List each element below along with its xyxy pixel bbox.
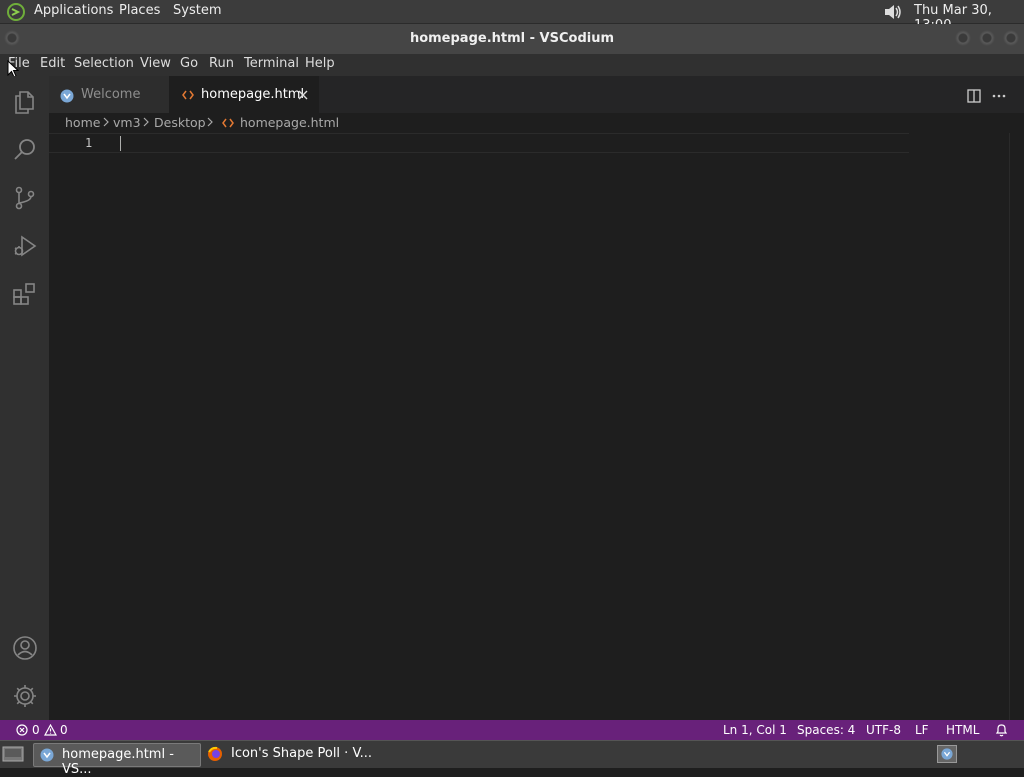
account-icon[interactable] bbox=[11, 634, 39, 662]
error-icon[interactable] bbox=[16, 724, 28, 736]
split-editor-icon[interactable] bbox=[967, 89, 981, 103]
volume-icon[interactable] bbox=[882, 2, 904, 22]
search-icon[interactable] bbox=[11, 136, 39, 164]
tab-homepage-html[interactable]: homepage.html bbox=[169, 76, 319, 113]
current-line-highlight bbox=[49, 133, 909, 153]
vscodium-logo-icon bbox=[941, 748, 953, 760]
activity-bar bbox=[0, 76, 49, 720]
code-editor[interactable]: 1 bbox=[49, 133, 1009, 720]
minimize-button[interactable] bbox=[955, 30, 971, 46]
breadcrumb-chevron-icon bbox=[102, 116, 110, 128]
workspace-switcher[interactable] bbox=[937, 745, 957, 763]
menu-run[interactable]: Run bbox=[209, 56, 234, 71]
status-bar: 0 0 Ln 1, Col 1 Spaces: 4 UTF-8 LF HTML bbox=[0, 720, 1024, 740]
window-title: homepage.html - VSCodium bbox=[409, 31, 615, 46]
cursor-position[interactable]: Ln 1, Col 1 bbox=[723, 723, 787, 737]
window-titlebar[interactable]: homepage.html - VSCodium bbox=[0, 24, 1024, 54]
text-cursor bbox=[120, 136, 121, 151]
vscodium-logo-icon bbox=[60, 89, 74, 103]
warning-count[interactable]: 0 bbox=[60, 723, 68, 737]
run-debug-icon[interactable] bbox=[11, 232, 39, 260]
top-panel: Applications Places System Thu Mar 30, 1… bbox=[0, 0, 1024, 33]
error-count[interactable]: 0 bbox=[32, 723, 40, 737]
files-icon[interactable] bbox=[11, 88, 39, 116]
menu-bar: File Edit Selection View Go Run Terminal… bbox=[0, 54, 1024, 78]
breadcrumb-chevron-icon bbox=[206, 116, 214, 128]
menu-selection[interactable]: Selection bbox=[74, 56, 134, 71]
applications-menu[interactable]: Applications bbox=[34, 3, 113, 18]
system-menu[interactable]: System bbox=[173, 3, 221, 18]
encoding[interactable]: UTF-8 bbox=[866, 723, 901, 737]
indentation[interactable]: Spaces: 4 bbox=[797, 723, 855, 737]
breadcrumb-vm3[interactable]: vm3 bbox=[113, 115, 141, 130]
tab-welcome[interactable]: Welcome bbox=[49, 76, 169, 113]
editor-tabs: Welcome homepage.html bbox=[49, 76, 1024, 113]
settings-gear-icon[interactable] bbox=[11, 682, 39, 710]
places-menu[interactable]: Places bbox=[119, 3, 160, 18]
source-control-icon[interactable] bbox=[11, 184, 39, 212]
vscodium-logo-icon bbox=[40, 748, 54, 762]
editor-scrollbar[interactable] bbox=[1009, 133, 1024, 720]
firefox-icon bbox=[207, 746, 223, 762]
menu-go[interactable]: Go bbox=[180, 56, 198, 71]
html-file-icon bbox=[222, 118, 234, 128]
notifications-bell-icon[interactable] bbox=[995, 723, 1008, 737]
warning-icon[interactable] bbox=[44, 724, 57, 736]
line-number: 1 bbox=[85, 136, 93, 150]
taskbar-item-label: homepage.html - VS... bbox=[62, 747, 174, 777]
html-file-icon bbox=[182, 90, 194, 100]
menu-terminal[interactable]: Terminal bbox=[244, 56, 299, 71]
breadcrumb-chevron-icon bbox=[142, 116, 150, 128]
breadcrumb-file[interactable]: homepage.html bbox=[240, 115, 339, 130]
tab-label: homepage.html bbox=[201, 87, 305, 102]
breadcrumb-desktop[interactable]: Desktop bbox=[154, 115, 206, 130]
maximize-button[interactable] bbox=[979, 30, 995, 46]
close-window-button[interactable] bbox=[1003, 30, 1019, 46]
end-of-line[interactable]: LF bbox=[915, 723, 929, 737]
taskbar-item-vscodium[interactable]: homepage.html - VS... bbox=[33, 743, 201, 777]
extensions-icon[interactable] bbox=[11, 280, 39, 308]
close-tab-icon[interactable] bbox=[298, 90, 308, 100]
taskbar: homepage.html - VS... Icon's Shape Poll … bbox=[0, 740, 1024, 777]
tab-label: Welcome bbox=[81, 87, 141, 102]
show-desktop-icon[interactable] bbox=[2, 746, 24, 762]
more-actions-icon[interactable] bbox=[992, 94, 1006, 98]
breadcrumb-home[interactable]: home bbox=[65, 115, 100, 130]
breadcrumb: home vm3 Desktop homepage.html bbox=[49, 113, 1024, 133]
distro-logo-icon[interactable] bbox=[6, 2, 26, 22]
taskbar-item-label: Icon's Shape Poll · V... bbox=[231, 746, 373, 761]
menu-view[interactable]: View bbox=[140, 56, 171, 71]
language-mode[interactable]: HTML bbox=[946, 723, 979, 737]
menu-edit[interactable]: Edit bbox=[40, 56, 65, 71]
taskbar-item-firefox[interactable]: Icon's Shape Poll · V... bbox=[202, 743, 377, 765]
menu-help[interactable]: Help bbox=[305, 56, 335, 71]
